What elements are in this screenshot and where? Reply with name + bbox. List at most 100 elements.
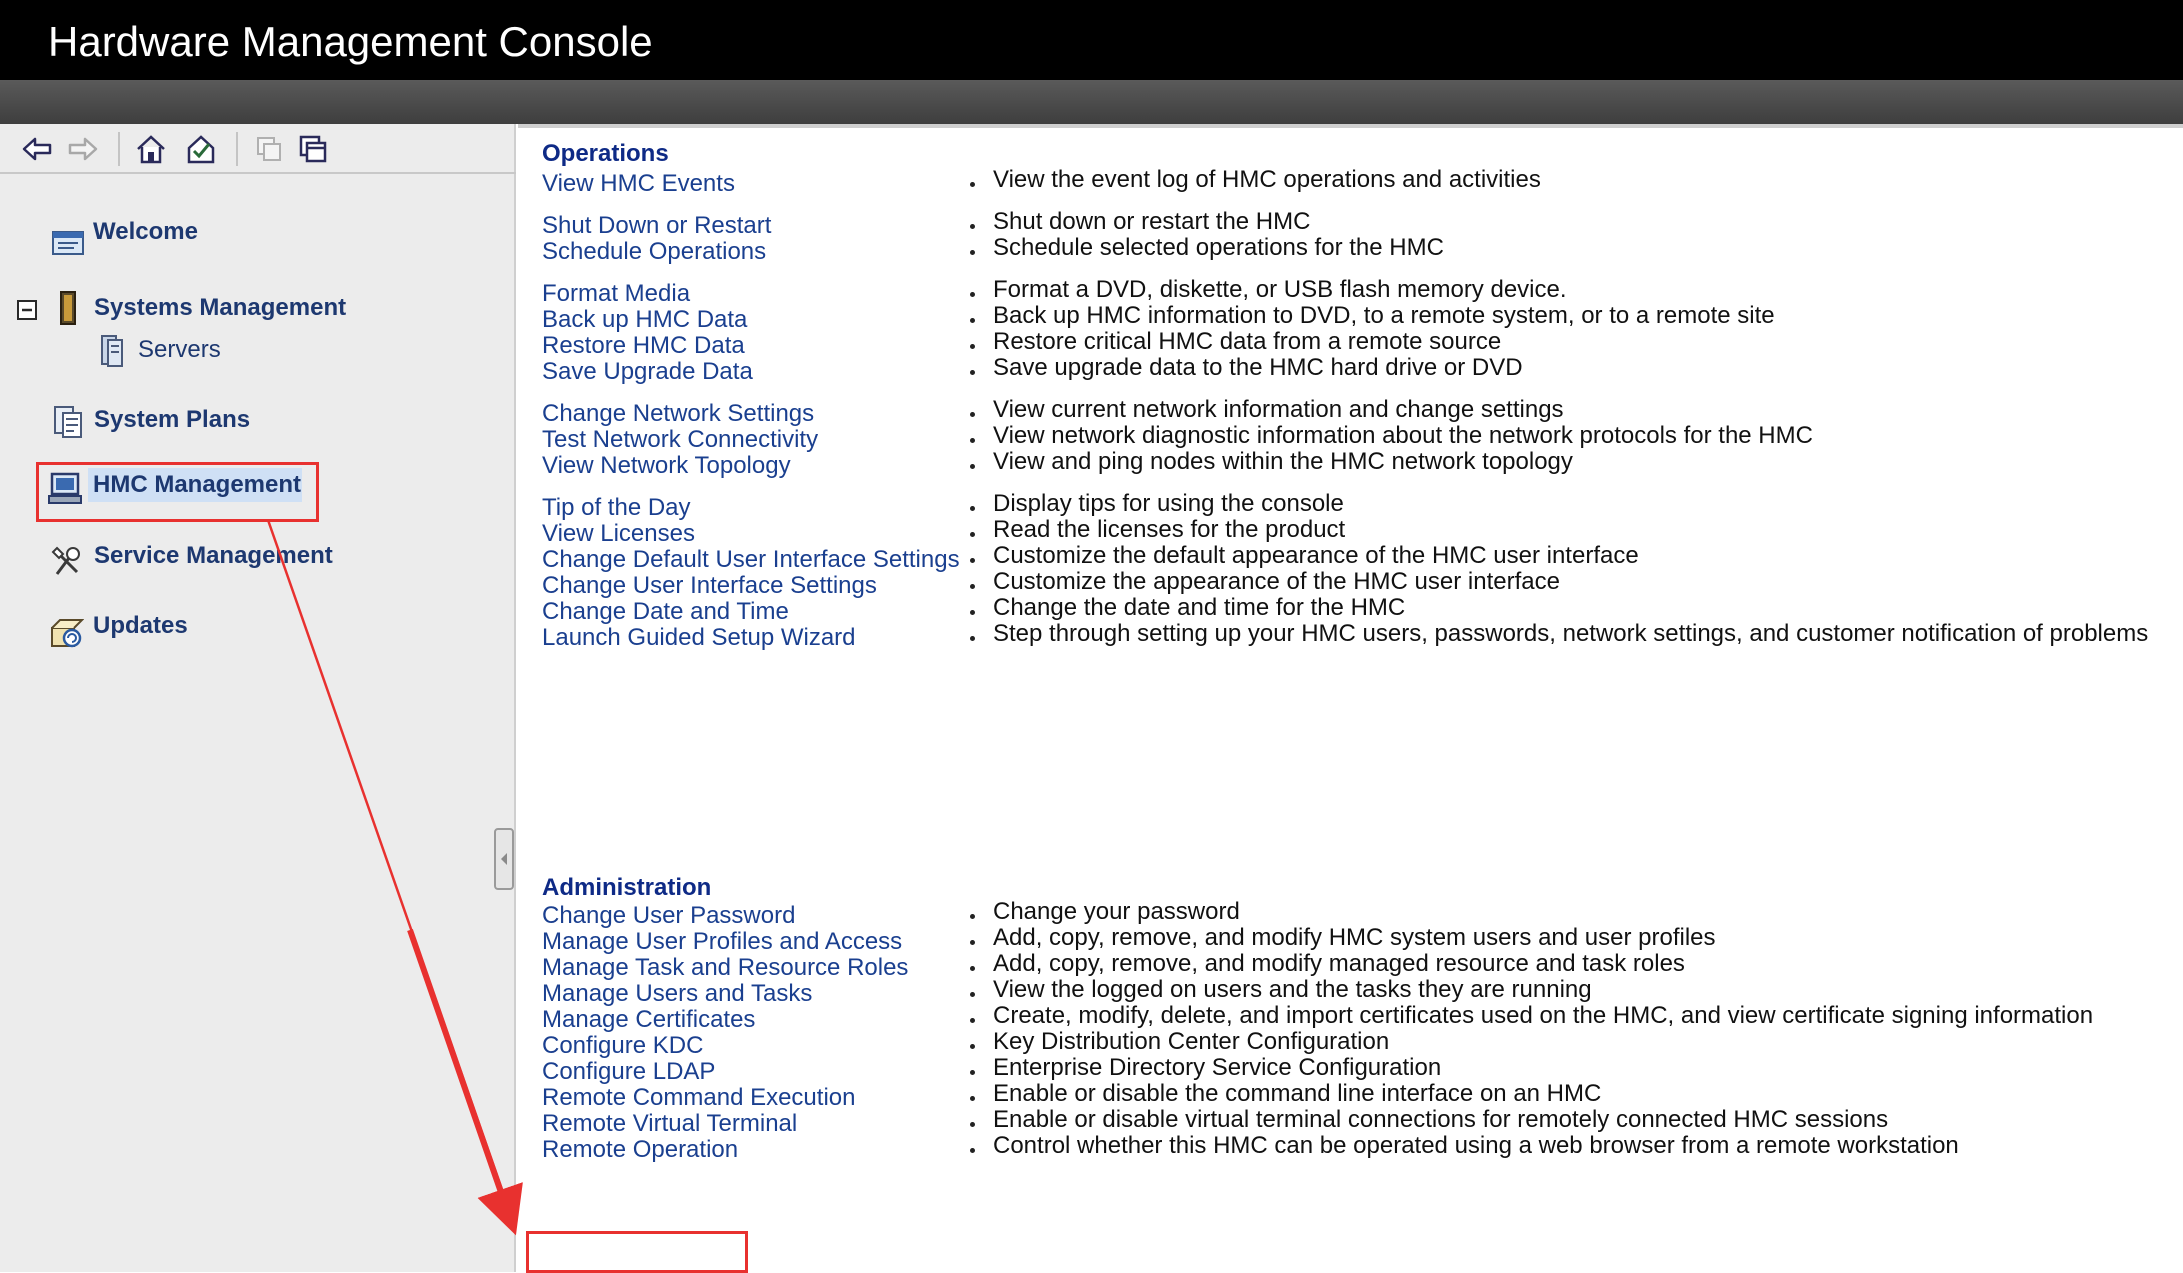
task-link-manage-task-and-resource-roles[interactable]: Manage Task and Resource Roles xyxy=(542,954,908,982)
task-link-view-hmc-events[interactable]: View HMC Events xyxy=(542,170,735,198)
task-description: Enable or disable the command line inter… xyxy=(993,1080,1602,1107)
task-description: View network diagnostic information abou… xyxy=(993,422,1813,449)
task-link-restore-hmc-data[interactable]: Restore HMC Data xyxy=(542,332,745,360)
bullet-icon xyxy=(970,224,975,229)
task-link-configure-kdc[interactable]: Configure KDC xyxy=(542,1032,703,1060)
collapse-tree-icon[interactable] xyxy=(16,299,38,321)
task-description: Shut down or restart the HMC xyxy=(993,208,1311,235)
bullet-icon xyxy=(970,532,975,537)
task-link-manage-user-profiles-and-access[interactable]: Manage User Profiles and Access xyxy=(542,928,902,956)
task-description: Format a DVD, diskette, or USB flash mem… xyxy=(993,276,1567,303)
forward-arrow-icon[interactable] xyxy=(66,132,100,166)
task-link-change-default-user-interface-settings[interactable]: Change Default User Interface Settings xyxy=(542,546,960,574)
bullet-icon xyxy=(970,1148,975,1153)
task-link-launch-guided-setup-wizard[interactable]: Launch Guided Setup Wizard xyxy=(542,624,856,652)
annotation-highlight-box xyxy=(526,1231,748,1273)
task-description: View the event log of HMC operations and… xyxy=(993,166,1541,193)
nav-service-management[interactable]: Service Management xyxy=(94,542,333,570)
task-link-change-user-password[interactable]: Change User Password xyxy=(542,902,795,930)
bullet-icon xyxy=(970,438,975,443)
task-link-test-network-connectivity[interactable]: Test Network Connectivity xyxy=(542,426,818,454)
bullet-icon xyxy=(970,250,975,255)
task-description: Schedule selected operations for the HMC xyxy=(993,234,1444,261)
bullet-icon xyxy=(970,464,975,469)
task-row: Remote Operation Control whether this HMC… xyxy=(518,1132,2183,1172)
nav-welcome[interactable]: Welcome xyxy=(93,218,198,246)
task-link-format-media[interactable]: Format Media xyxy=(542,280,690,308)
bullet-icon xyxy=(970,1044,975,1049)
bullet-icon xyxy=(970,558,975,563)
task-link-view-network-topology[interactable]: View Network Topology xyxy=(542,452,791,480)
task-link-back-up-hmc-data[interactable]: Back up HMC Data xyxy=(542,306,747,334)
bullet-icon xyxy=(970,1070,975,1075)
task-row: View HMC Events View the event log of HMC… xyxy=(518,166,2183,206)
cascade-windows-icon[interactable] xyxy=(296,132,330,166)
tile-windows-icon[interactable] xyxy=(252,132,286,166)
task-description: Control whether this HMC can be operated… xyxy=(993,1132,1959,1159)
task-row: Launch Guided Setup Wizard Step through s… xyxy=(518,620,2183,660)
task-row: Save Upgrade Data Save upgrade data to th… xyxy=(518,354,2183,394)
task-link-shut-down-or-restart[interactable]: Shut Down or Restart xyxy=(542,212,771,240)
task-description: Enable or disable virtual terminal conne… xyxy=(993,1106,1889,1133)
task-description: Customize the default appearance of the … xyxy=(993,542,1639,569)
task-link-save-upgrade-data[interactable]: Save Upgrade Data xyxy=(542,358,753,386)
title-bar: Hardware Management Console xyxy=(0,0,2183,80)
bullet-icon xyxy=(970,966,975,971)
bullet-icon xyxy=(970,292,975,297)
nav-updates[interactable]: Updates xyxy=(93,612,188,640)
nav-system-plans[interactable]: System Plans xyxy=(94,406,250,434)
task-link-manage-users-and-tasks[interactable]: Manage Users and Tasks xyxy=(542,980,812,1008)
bullet-icon xyxy=(970,610,975,615)
bullet-icon xyxy=(970,940,975,945)
task-link-remote-virtual-terminal[interactable]: Remote Virtual Terminal xyxy=(542,1110,797,1138)
task-row: Schedule Operations Schedule selected ope… xyxy=(518,234,2183,274)
collapse-arrow-icon xyxy=(501,853,507,865)
updates-package-icon xyxy=(51,619,84,648)
system-plans-icon xyxy=(54,406,82,438)
task-link-schedule-operations[interactable]: Schedule Operations xyxy=(542,238,766,266)
bullet-icon xyxy=(970,370,975,375)
task-row: View Network Topology View and ping nodes… xyxy=(518,448,2183,488)
task-link-manage-certificates[interactable]: Manage Certificates xyxy=(542,1006,755,1034)
task-description: View current network information and cha… xyxy=(993,396,1564,423)
nav-servers[interactable]: Servers xyxy=(138,336,221,364)
task-link-remote-operation[interactable]: Remote Operation xyxy=(542,1136,738,1164)
bullet-icon xyxy=(970,584,975,589)
task-description: Enterprise Directory Service Configurati… xyxy=(993,1054,1442,1081)
bullet-icon xyxy=(970,344,975,349)
task-description: Add, copy, remove, and modify HMC system… xyxy=(993,924,1716,951)
toolbar-separator xyxy=(236,132,238,166)
app-title: Hardware Management Console xyxy=(48,18,653,65)
collapse-sidebar-handle[interactable] xyxy=(494,828,514,890)
menu-bar-strip xyxy=(0,80,2183,124)
operations-heading: Operations xyxy=(542,140,669,167)
task-link-view-licenses[interactable]: View Licenses xyxy=(542,520,695,548)
bullet-icon xyxy=(970,1018,975,1023)
bullet-icon xyxy=(970,318,975,323)
home-icon[interactable] xyxy=(134,132,168,166)
nav-systems-management[interactable]: Systems Management xyxy=(94,294,346,322)
annotation-highlight-box xyxy=(36,462,319,522)
task-link-change-user-interface-settings[interactable]: Change User Interface Settings xyxy=(542,572,877,600)
task-description: Read the licenses for the product xyxy=(993,516,1346,543)
task-description: Change the date and time for the HMC xyxy=(993,594,1406,621)
task-description: Key Distribution Center Configuration xyxy=(993,1028,1390,1055)
task-description: Save upgrade data to the HMC hard drive … xyxy=(993,354,1523,381)
task-link-tip-of-the-day[interactable]: Tip of the Day xyxy=(542,494,691,522)
favorites-check-icon[interactable] xyxy=(184,132,218,166)
bullet-icon xyxy=(970,1122,975,1127)
task-link-change-date-and-time[interactable]: Change Date and Time xyxy=(542,598,789,626)
task-link-change-network-settings[interactable]: Change Network Settings xyxy=(542,400,814,428)
task-description: Customize the appearance of the HMC user… xyxy=(993,568,1560,595)
navigation-sidebar: Welcome Systems Management Servers Syste… xyxy=(0,124,516,1272)
back-arrow-icon[interactable] xyxy=(20,132,54,166)
task-description: Add, copy, remove, and modify managed re… xyxy=(993,950,1685,977)
task-link-configure-ldap[interactable]: Configure LDAP xyxy=(542,1058,715,1086)
bullet-icon xyxy=(970,412,975,417)
task-description: Change your password xyxy=(993,898,1240,925)
nav-toolbar xyxy=(0,124,516,174)
bullet-icon xyxy=(970,992,975,997)
administration-heading: Administration xyxy=(542,874,712,901)
toolbar-separator xyxy=(118,132,120,166)
task-link-remote-command-execution[interactable]: Remote Command Execution xyxy=(542,1084,855,1112)
